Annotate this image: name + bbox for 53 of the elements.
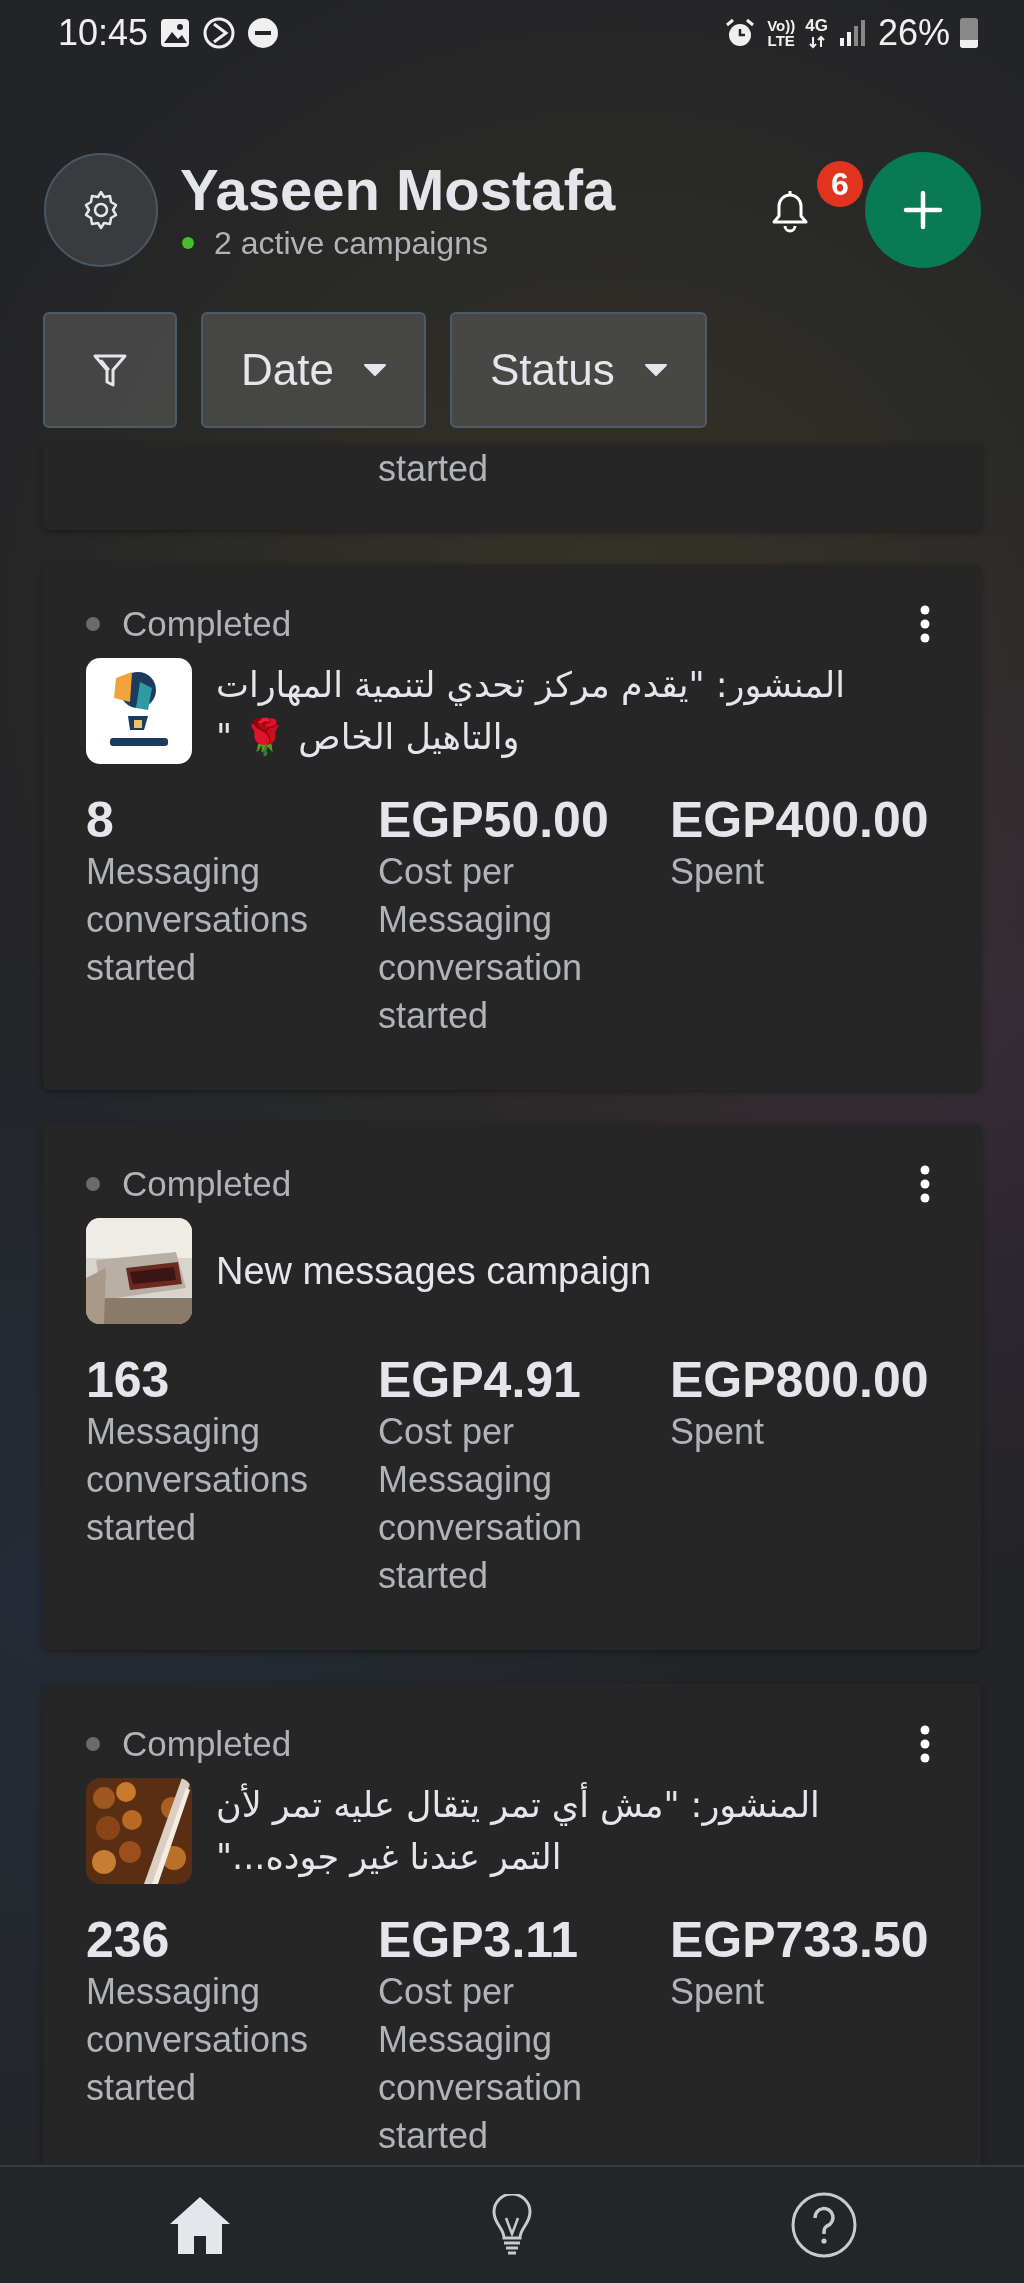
metric-label: Spent bbox=[670, 1410, 766, 1454]
network-label: 4G bbox=[805, 17, 828, 35]
campaign-status: Completed bbox=[122, 604, 292, 644]
metric-label: Spent bbox=[670, 1970, 766, 2014]
caret-icon bbox=[644, 363, 667, 377]
caret-icon bbox=[363, 363, 386, 377]
help-icon bbox=[790, 2192, 857, 2258]
status-dot bbox=[86, 1177, 100, 1191]
filter-dropdown[interactable]: Date bbox=[201, 312, 426, 428]
metric-label: Spent bbox=[670, 850, 766, 894]
campaign-status: Completed bbox=[122, 1724, 292, 1764]
battery-icon bbox=[960, 18, 978, 48]
filter-button[interactable] bbox=[43, 312, 177, 428]
campaigns-summary: 2 active campaigns bbox=[214, 224, 488, 262]
metric-value: 236 bbox=[86, 1912, 171, 1968]
help-tab[interactable] bbox=[790, 2192, 857, 2258]
metric-value: EGP50.00 bbox=[378, 792, 610, 848]
network-label: LTE bbox=[767, 33, 795, 48]
filter-dropdown[interactable]: Status bbox=[449, 312, 707, 428]
metric-value: EGP800.00 bbox=[670, 1352, 930, 1408]
clock: 10:45 bbox=[58, 12, 149, 54]
more-icon bbox=[920, 1725, 930, 1763]
metric-value: 8 bbox=[86, 792, 115, 848]
metric-value: EGP733.50 bbox=[670, 1912, 930, 1968]
status-dot bbox=[86, 617, 100, 631]
metric-label: Cost per Messaging conversation started bbox=[378, 850, 584, 1038]
do-not-disturb-icon bbox=[246, 16, 281, 50]
metric-label: Messaging conversations started bbox=[86, 850, 310, 990]
filter-icon bbox=[92, 352, 128, 388]
campaign-title: المنشور: "مش أي تمر يتقال عليه تمر لأن التمر عندنا غير جوده..." bbox=[216, 1779, 856, 1883]
metric-label: started bbox=[378, 448, 490, 490]
network-label: Vo)) bbox=[767, 18, 796, 33]
active-dot bbox=[182, 237, 194, 249]
metric-label: Cost per Messaging conversation started bbox=[378, 1970, 584, 2158]
plus-icon bbox=[903, 190, 943, 230]
battery-percent: 26% bbox=[877, 12, 950, 54]
metric-label: Messaging conversations started bbox=[86, 1410, 310, 1550]
signal-icon bbox=[837, 18, 868, 48]
data-arrows-icon bbox=[807, 35, 826, 49]
metric-value: EGP400.00 bbox=[670, 792, 930, 848]
notification-badge: 6 bbox=[817, 161, 863, 207]
more-icon bbox=[920, 605, 930, 643]
campaign-title: المنشور: "يقدم مركز تحدي لتنمية المهارات والتاهيل الخاص 🌹 " bbox=[216, 664, 846, 760]
metric-value: EGP3.11 bbox=[378, 1912, 580, 1968]
more-icon bbox=[920, 1165, 930, 1203]
campaign-title: New messages campaign bbox=[216, 1249, 652, 1294]
metric-label: Cost per Messaging conversation started bbox=[378, 1410, 584, 1598]
metric-label: Messaging conversations started bbox=[86, 1970, 310, 2110]
metric-value: 163 bbox=[86, 1352, 171, 1408]
status-dot bbox=[86, 1737, 100, 1751]
campaign-status: Completed bbox=[122, 1164, 292, 1204]
metric-value: EGP4.91 bbox=[378, 1352, 582, 1408]
account-name: Yaseen Mostafa bbox=[180, 158, 617, 221]
